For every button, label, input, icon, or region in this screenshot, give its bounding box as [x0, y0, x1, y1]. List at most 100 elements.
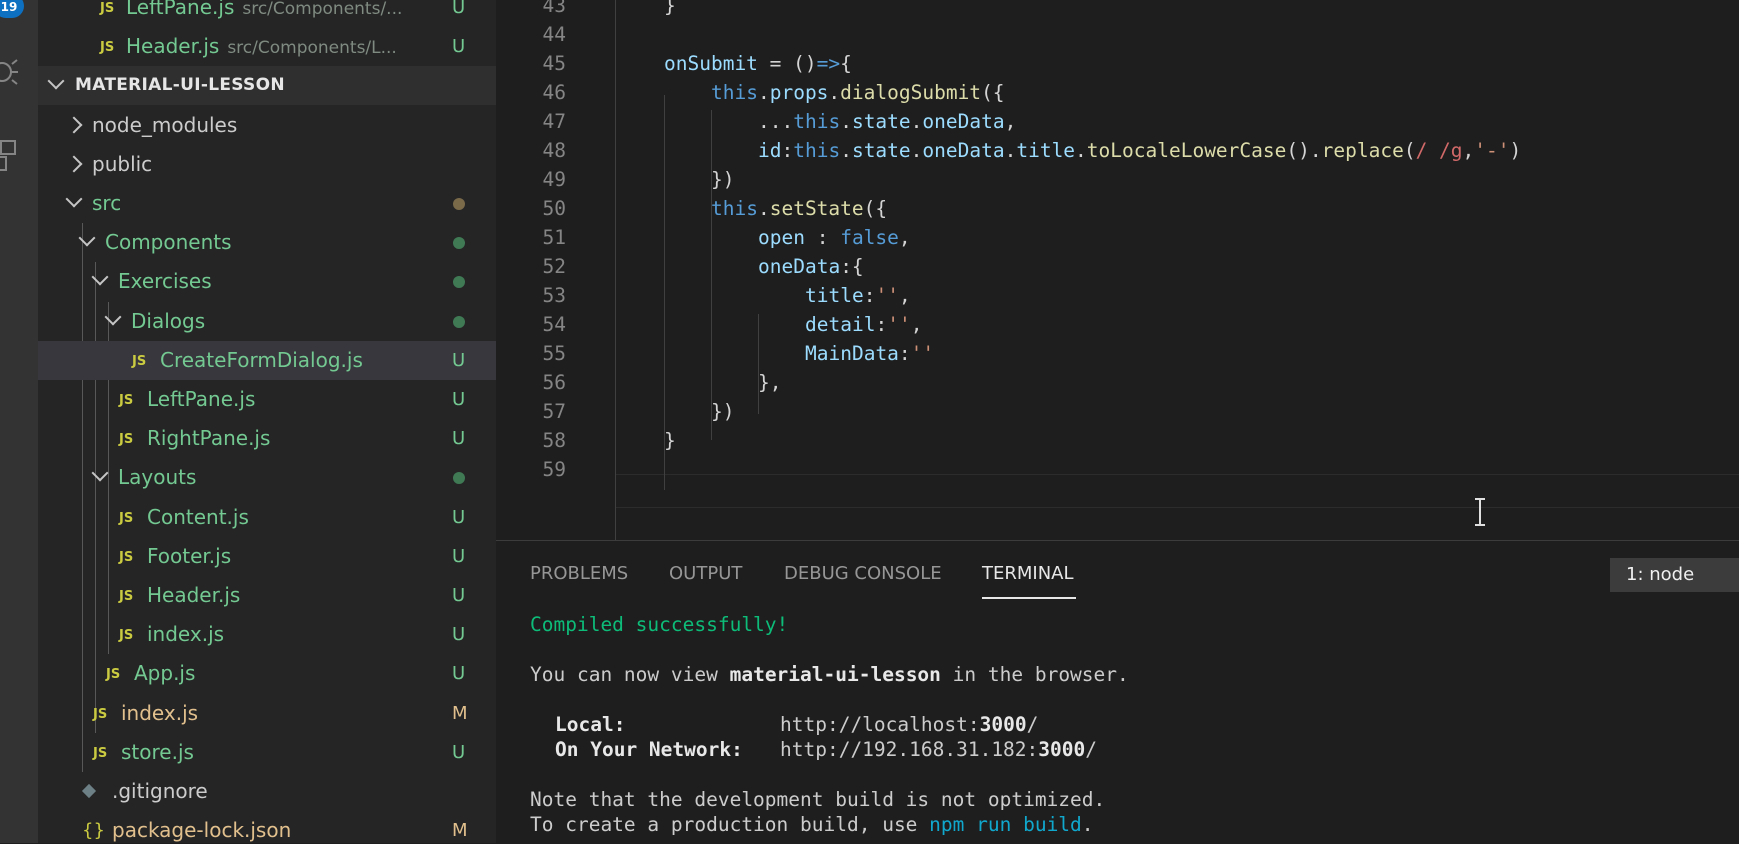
tree-item[interactable]: src: [38, 184, 496, 223]
explorer-sidebar: JS LeftPane.js src/Components/... U JS Header…: [38, 0, 496, 843]
git-status: U: [452, 545, 466, 567]
debug-icon[interactable]: [0, 50, 24, 90]
tree-item[interactable]: JS store.js U: [38, 733, 496, 772]
line-number: 56: [542, 371, 566, 394]
line-number: 52: [542, 255, 566, 278]
project-section-header[interactable]: MATERIAL-UI-LESSON: [38, 66, 496, 106]
tree-item[interactable]: Exercises: [38, 262, 496, 301]
tree-item[interactable]: {} package-lock.json M: [38, 811, 496, 843]
tree-item-label: Content.js: [147, 504, 249, 529]
modified-dot: [453, 315, 465, 328]
code-line: }: [664, 0, 676, 17]
tree-item-label: Components: [105, 230, 232, 255]
line-number: 46: [542, 81, 566, 104]
tab-problems[interactable]: PROBLEMS: [530, 563, 628, 584]
app-name: material-ui-lesson: [729, 663, 941, 686]
tree-item-label: Exercises: [118, 269, 212, 294]
tab-output[interactable]: OUTPUT: [669, 563, 742, 584]
js-file-icon: JS: [119, 510, 134, 526]
open-editor-item[interactable]: JS Header.js src/Components/L... U: [38, 27, 496, 66]
tree-item[interactable]: JS Header.js U: [38, 576, 496, 615]
line-number: 44: [542, 23, 566, 46]
git-status: M: [452, 820, 468, 842]
tree-item[interactable]: JS CreateFormDialog.js U: [38, 340, 496, 380]
open-editor-item[interactable]: JS LeftPane.js src/Components/... U: [38, 0, 496, 27]
git-status: U: [452, 428, 466, 450]
tab-debug-console[interactable]: DEBUG CONSOLE: [784, 563, 942, 584]
chevron-right-icon: [65, 116, 83, 134]
tree-item-label: RightPane.js: [147, 426, 271, 451]
line-number: 58: [542, 429, 566, 452]
modified-dot: [453, 198, 465, 210]
tree-item[interactable]: Dialogs: [38, 302, 496, 341]
chevron-down-icon: [91, 268, 109, 286]
tree-item[interactable]: Layouts: [38, 458, 496, 497]
tree-item[interactable]: JS index.js U: [38, 615, 496, 654]
chevron-down-icon: [91, 464, 109, 482]
indent-guide: [711, 110, 712, 440]
modified-dot: [453, 472, 465, 485]
terminal-network-url[interactable]: http://192.168.31.182:3000/: [780, 738, 1097, 761]
tab-terminal[interactable]: TERMINAL: [982, 563, 1074, 584]
tree-item-label: store.js: [121, 739, 194, 764]
tree-item[interactable]: public: [38, 145, 496, 184]
code-line: id:this.state.oneData.title.toLocaleLowe…: [758, 139, 1522, 162]
line-number: 59: [542, 458, 566, 481]
git-status: M: [452, 702, 468, 724]
terminal-local-url[interactable]: http://localhost:3000/: [780, 713, 1038, 736]
tree-item[interactable]: JS Content.js U: [38, 498, 496, 537]
chevron-right-icon: [65, 155, 83, 173]
line-number: 54: [542, 313, 566, 336]
code-line: ...this.state.oneData,: [758, 110, 1017, 133]
tree-item-label: index.js: [121, 700, 199, 725]
tree-item-label: .gitignore: [112, 779, 208, 803]
line-number: 47: [542, 110, 566, 133]
code-line: this.props.dialogSubmit({: [711, 81, 1005, 104]
npm-build-command: npm run build: [929, 813, 1082, 836]
tree-item-label: Layouts: [118, 465, 197, 490]
chevron-down-icon: [47, 72, 65, 90]
js-file-icon: JS: [93, 745, 108, 761]
indent-guide: [664, 95, 665, 490]
code-line: },: [758, 371, 782, 394]
git-status: U: [452, 36, 466, 58]
tree-item[interactable]: JS App.js U: [38, 654, 496, 693]
code-line: }): [711, 400, 735, 423]
git-status: U: [452, 585, 466, 606]
file-label: Header.js src/Components/L...: [126, 34, 397, 59]
git-status: U: [452, 506, 466, 528]
code-line: open : false,: [758, 226, 911, 249]
code-line: this.setState({: [711, 197, 888, 220]
modified-dot: [453, 237, 465, 250]
extensions-icon[interactable]: [0, 136, 24, 176]
chevron-down-icon: [78, 229, 96, 247]
tree-item[interactable]: JS LeftPane.js U: [38, 380, 496, 419]
terminal-network-label: On Your Network:: [555, 738, 743, 761]
section-title: MATERIAL-UI-LESSON: [75, 75, 285, 96]
line-number: 53: [542, 284, 566, 307]
indent-guide: [758, 314, 759, 414]
tree-item[interactable]: Components: [38, 223, 496, 262]
line-number: 45: [542, 52, 566, 75]
js-file-icon: JS: [93, 706, 108, 722]
tree-item[interactable]: node_modules: [38, 106, 496, 145]
terminal-select[interactable]: 1: node: [1610, 558, 1739, 592]
tree-item-label: CreateFormDialog.js: [160, 347, 363, 372]
tree-item-label: Dialogs: [131, 308, 206, 333]
js-file-icon: JS: [119, 432, 134, 448]
tree-item[interactable]: .gitignore: [38, 772, 496, 811]
tree-item[interactable]: JS index.js M: [38, 694, 496, 733]
line-number: 43: [542, 0, 566, 17]
tree-item-label: public: [92, 151, 153, 176]
code-line: oneData:{: [758, 255, 864, 278]
tree-item-label: src: [92, 191, 122, 215]
code-editor[interactable]: 43} 44 45 onSubmit = ()=>{46 this.props.dial…: [496, 0, 1739, 540]
tree-item-label: App.js: [134, 661, 196, 686]
code-line: MainData:'': [805, 342, 935, 365]
tree-item[interactable]: JS Footer.js U: [38, 537, 496, 576]
current-line-highlight: [616, 474, 1739, 508]
text-cursor-icon: [1475, 498, 1485, 526]
tree-item[interactable]: JS RightPane.js U: [38, 419, 496, 458]
gitignore-file-icon: [81, 783, 97, 799]
terminal-local-label: Local:: [555, 713, 626, 736]
